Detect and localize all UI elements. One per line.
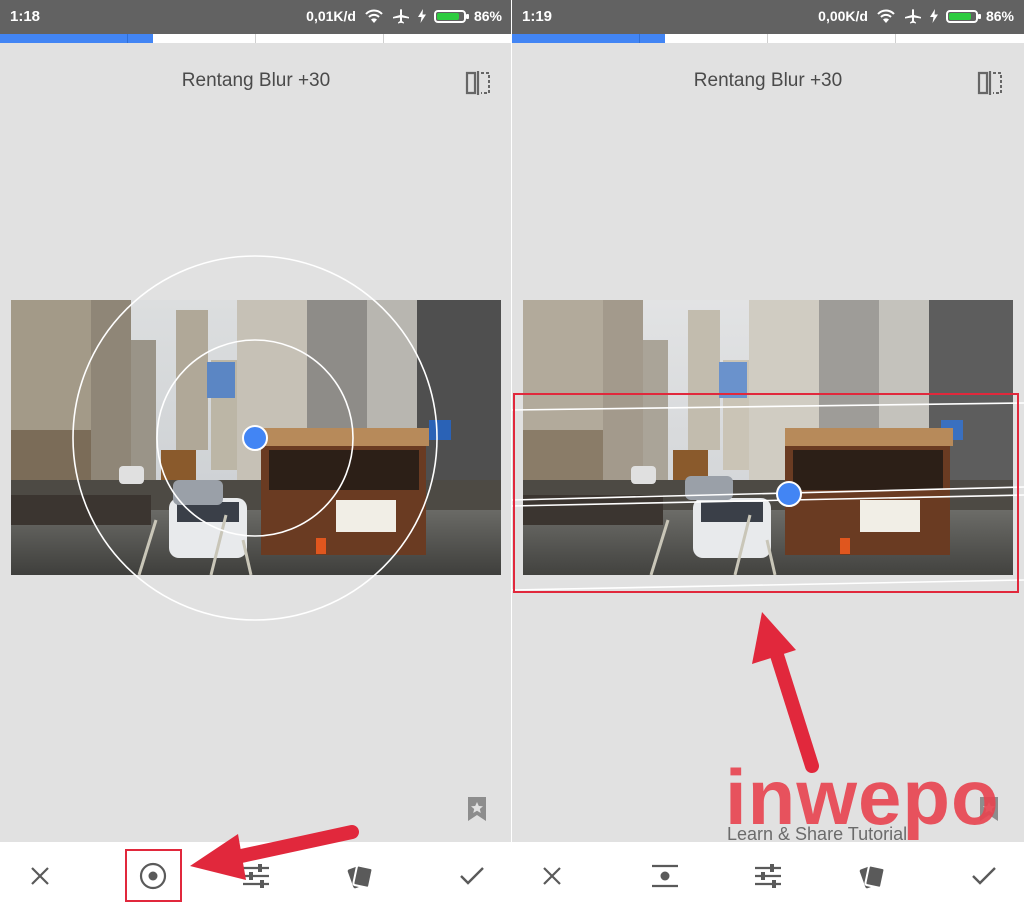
wifi-icon xyxy=(365,9,383,23)
check-icon xyxy=(972,867,996,885)
battery-percent: 86% xyxy=(473,8,502,24)
status-bar: 1:18 0,01K/d 86% xyxy=(0,0,512,34)
check-icon xyxy=(460,867,484,885)
tab-separator xyxy=(639,34,640,43)
cancel-button[interactable] xyxy=(18,854,62,898)
progress-tabs xyxy=(512,34,1024,43)
charging-icon xyxy=(417,9,426,23)
cards-icon xyxy=(347,864,374,889)
progress-tabs xyxy=(0,34,512,43)
bookmark-star-icon[interactable] xyxy=(466,796,488,822)
street-photo xyxy=(11,300,501,575)
watermark-tagline: Learn & Share Tutorial xyxy=(727,824,908,844)
sliders-icon xyxy=(243,864,269,888)
radial-tool-highlight xyxy=(125,849,182,902)
blur-strength-title: Rentang Blur +30 xyxy=(181,70,331,91)
bottom-toolbar xyxy=(0,842,512,910)
linear-shape-button[interactable] xyxy=(643,854,687,898)
linear-area-highlight xyxy=(513,393,1019,593)
battery-icon xyxy=(433,9,469,23)
left-screen: 1:18 0,01K/d 86% Rentang Blur +30 xyxy=(0,0,512,910)
compare-icon[interactable] xyxy=(464,70,492,96)
linear-icon xyxy=(652,864,678,888)
tab-progress-active xyxy=(512,34,665,43)
airplane-icon xyxy=(904,9,921,24)
adjust-button[interactable] xyxy=(746,854,790,898)
style-button[interactable] xyxy=(850,854,894,898)
tab-separator xyxy=(255,34,256,43)
network-speed: 0,00K/d xyxy=(818,8,868,24)
status-bar: 1:19 0,00K/d 86% xyxy=(512,0,1024,34)
tab-separator xyxy=(767,34,768,43)
blur-strength-title: Rentang Blur +30 xyxy=(693,70,843,91)
status-indicators: 0,01K/d 86% xyxy=(306,8,502,24)
close-icon xyxy=(543,867,561,885)
battery-icon xyxy=(945,9,981,23)
adjust-button[interactable] xyxy=(234,854,278,898)
status-time: 1:19 xyxy=(522,8,553,25)
airplane-icon xyxy=(392,9,409,24)
tab-separator xyxy=(895,34,896,43)
close-icon xyxy=(31,867,49,885)
tab-separator xyxy=(383,34,384,43)
tab-separator xyxy=(127,34,128,43)
cards-icon xyxy=(859,864,886,889)
cancel-button[interactable] xyxy=(530,854,574,898)
watermark: inwepo Learn & Share Tutorial xyxy=(725,758,1015,848)
sliders-icon xyxy=(755,864,781,888)
status-time: 1:18 xyxy=(10,8,41,25)
tab-progress-active xyxy=(0,34,153,43)
battery-percent: 86% xyxy=(985,8,1014,24)
network-speed: 0,01K/d xyxy=(306,8,356,24)
compare-icon[interactable] xyxy=(976,70,1004,96)
bottom-toolbar xyxy=(512,842,1024,910)
style-button[interactable] xyxy=(338,854,382,898)
wifi-icon xyxy=(877,9,895,23)
apply-button[interactable] xyxy=(962,854,1006,898)
photo-preview[interactable] xyxy=(11,300,501,575)
apply-button[interactable] xyxy=(450,854,494,898)
status-indicators: 0,00K/d 86% xyxy=(818,8,1014,24)
charging-icon xyxy=(929,9,938,23)
